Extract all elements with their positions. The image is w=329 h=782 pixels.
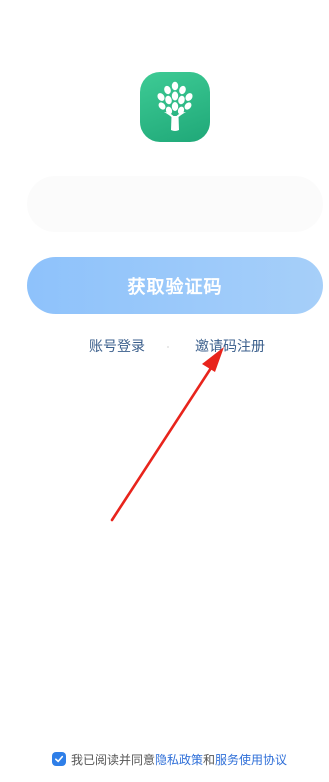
phone-input[interactable] (27, 176, 323, 232)
agreement-prefix: 我已阅读并同意 (71, 752, 156, 767)
app-logo (140, 72, 210, 142)
account-login-link[interactable]: 账号登录 (89, 337, 145, 357)
invite-code-register-link[interactable]: 邀请码注册 (195, 337, 265, 357)
get-verification-code-button[interactable]: 获取验证码 (27, 257, 323, 314)
agreement-row: 我已阅读并同意 隐私政策 和 服务使用协议 (52, 749, 287, 769)
link-divider (167, 346, 169, 348)
tree-icon (157, 81, 193, 131)
privacy-policy-link[interactable]: 隐私政策 (155, 751, 203, 768)
service-agreement-link[interactable]: 服务使用协议 (215, 751, 287, 768)
checkbox-checked-icon[interactable] (52, 752, 66, 766)
agreement-connector: 和 (203, 752, 216, 767)
